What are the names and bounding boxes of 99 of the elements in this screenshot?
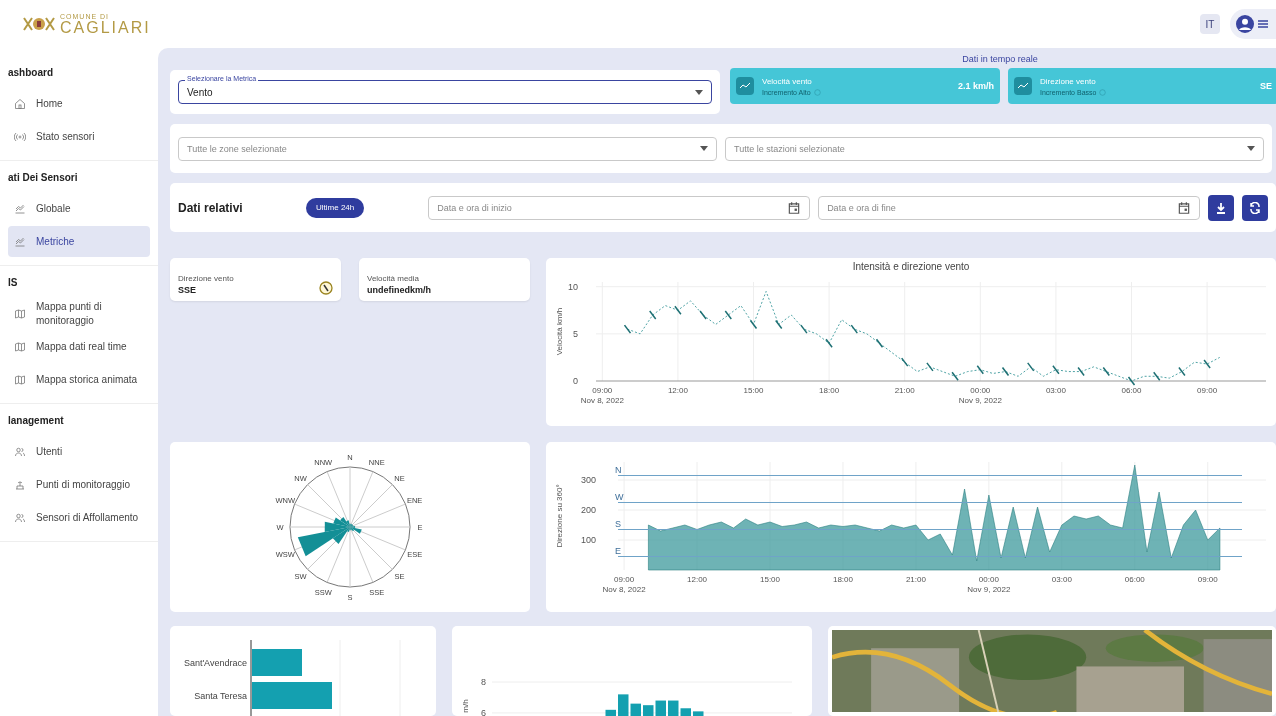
axis-tick-label: 09:00 <box>1197 575 1218 584</box>
chart-bar <box>605 709 616 716</box>
axis-tick-label: 100 <box>580 535 596 545</box>
reference-label: S <box>615 518 621 529</box>
sidebar-item[interactable]: Punti di monitoraggio <box>8 469 150 500</box>
refresh-button[interactable] <box>1242 194 1268 221</box>
axis-tick-label: 8 <box>481 677 486 687</box>
calendar-icon <box>1177 200 1191 215</box>
avatar-icon <box>1236 15 1254 33</box>
axis-tick-label: 03:00 <box>1045 386 1066 395</box>
users-icon <box>14 511 26 524</box>
sidebar-item[interactable]: Home <box>8 88 150 119</box>
section-title: lanagement <box>8 413 65 428</box>
chart-icon <box>14 235 26 248</box>
wind-petals <box>297 517 362 557</box>
dropdown-caret-icon <box>700 146 708 151</box>
compass-icon <box>319 281 333 295</box>
reference-label: N <box>615 464 622 475</box>
axis-tick-label: 06:00 <box>1124 575 1145 584</box>
info-icon <box>1099 88 1107 96</box>
axis-tick-label: 18:00 <box>819 386 840 395</box>
logo-title: CAGLIARI <box>60 19 151 36</box>
axis-tick-label: 10 <box>568 281 578 292</box>
axis-tick-label: 18:00 <box>832 575 853 584</box>
info-icon <box>813 88 821 96</box>
dropdown-caret-icon <box>1247 146 1255 151</box>
station-icon <box>14 478 26 491</box>
stat-label: Velocità media <box>367 274 421 283</box>
download-icon <box>1215 201 1227 214</box>
axis-tick-label: 21:00 <box>905 575 926 584</box>
range-chip[interactable]: Ultime 24h <box>306 197 365 218</box>
sidebar-item[interactable]: Mappa storica animata <box>8 364 150 395</box>
sidebar-item[interactable]: Mappa dati real time <box>8 331 150 362</box>
filter-select[interactable]: Tutte le zone selezionate <box>178 136 717 161</box>
chart-title: Intensità e direzione vento <box>852 261 970 272</box>
category-label: Sant'Avendrace <box>183 658 247 668</box>
sidebar-item[interactable]: Sensori di Affollamento <box>8 502 150 533</box>
sidebar-item[interactable]: Globale <box>8 193 150 224</box>
dropdown-caret-icon <box>695 89 703 95</box>
axis-tick-label: 200 <box>580 505 596 515</box>
sidebar-item[interactable]: Utenti <box>8 436 150 467</box>
chart-bar <box>693 711 704 716</box>
section-heading: Dati relativi <box>178 200 244 215</box>
axis-tick-label: 15:00 <box>743 386 764 395</box>
axis-title: Velocità km/h <box>555 307 564 356</box>
axis-tick-label: 300 <box>580 475 596 485</box>
crest-icon <box>22 16 56 32</box>
map-icon <box>14 340 26 353</box>
category-label: Santa Teresa <box>194 691 247 701</box>
axis-tick-label: 03:00 <box>1051 575 1072 584</box>
menu-icon <box>1258 19 1268 29</box>
axis-tick-label: 06:00 <box>1121 386 1142 395</box>
start-date-field[interactable]: Data e ora di inizio <box>428 195 811 220</box>
section-title: ati Dei Sensori <box>8 170 79 185</box>
axis-tick-label: 09:00 <box>1197 386 1218 395</box>
trend-icon <box>736 77 754 95</box>
sidebar-item[interactable]: Stato sensori <box>8 121 150 152</box>
stat-label: Direzione vento <box>178 274 234 283</box>
sensor-icon <box>14 130 26 143</box>
section-title: IS <box>8 275 19 290</box>
user-menu-button[interactable] <box>1230 9 1276 39</box>
card-title: Velocità vento <box>762 76 813 86</box>
axis-tick-label: 5 <box>573 328 578 339</box>
map-icon <box>14 373 26 386</box>
calendar-icon <box>787 200 802 215</box>
refresh-icon <box>1249 201 1261 214</box>
axis-tick-label: 09:00 Nov 8, 2022 <box>602 575 646 594</box>
axis-tick-label: 12:00 <box>667 386 688 395</box>
reference-label: E <box>615 545 621 556</box>
home-icon <box>14 97 26 110</box>
chart-icon <box>14 202 26 215</box>
sidebar-item[interactable]: Mappa punti di monitoraggio <box>8 298 150 329</box>
users-icon <box>14 445 26 458</box>
axis-tick-label: 15:00 <box>760 575 780 584</box>
section-title: ashboard <box>8 65 54 80</box>
filter-select[interactable]: Tutte le stazioni selezionate <box>725 136 1264 161</box>
axis-tick-label: 0 <box>573 376 578 386</box>
card-value: SE <box>1260 81 1272 91</box>
stat-value: undefinedkm/h <box>367 285 431 295</box>
card-value: 2.1 km/h <box>957 81 994 91</box>
reference-label: W <box>615 491 624 502</box>
axis-tick-label: 00:00 Nov 9, 2022 <box>958 386 1002 405</box>
axis-title: m/h <box>461 699 470 713</box>
axis-tick-label: 21:00 <box>894 386 915 395</box>
stat-value: SSE <box>178 285 197 295</box>
language-button[interactable]: IT <box>1200 14 1220 34</box>
map-icon <box>14 307 26 320</box>
chart-bar <box>252 649 302 676</box>
trend-icon <box>1014 77 1032 95</box>
sidebar-item[interactable]: Metriche <box>8 226 150 257</box>
download-button[interactable] <box>1208 194 1234 221</box>
axis-tick-label: 6 <box>481 707 486 716</box>
axis-title: Direzione su 360° <box>555 484 564 548</box>
realtime-title: Dati in tempo reale <box>961 54 1039 64</box>
axis-tick-label: 09:00 Nov 8, 2022 <box>580 386 624 405</box>
axis-tick-label: 00:00 Nov 9, 2022 <box>967 575 1011 594</box>
card-title: Direzione vento <box>1040 76 1097 86</box>
axis-tick-label: 12:00 <box>687 575 708 584</box>
end-date-field[interactable]: Data e ora di fine <box>818 195 1200 220</box>
